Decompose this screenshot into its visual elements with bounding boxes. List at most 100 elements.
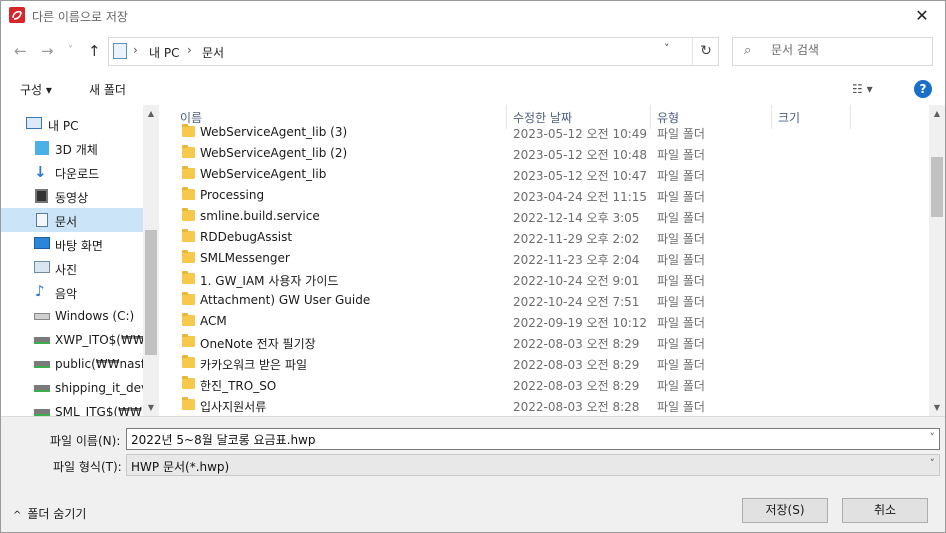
scroll-down-arrow-icon[interactable]: ▼: [143, 403, 159, 412]
file-name: 한진_TRO_SO: [200, 379, 277, 393]
nav-item-pictures[interactable]: 사진: [1, 256, 143, 280]
scroll-down-arrow-icon[interactable]: ▼: [929, 403, 945, 412]
nav-item-network-public[interactable]: public(₩₩nasfs0: [1, 352, 159, 376]
file-name: RDDebugAssist: [200, 230, 293, 244]
scrollbar-thumb[interactable]: [145, 230, 157, 355]
folder-icon: [182, 124, 195, 137]
file-type: 파일 폴더: [657, 232, 705, 246]
breadcrumb-my-pc[interactable]: 내 PC: [149, 44, 179, 61]
nav-item-network-shipping[interactable]: shipping_it_dev$: [1, 376, 156, 400]
file-row[interactable]: 입사지원서류 2022-08-03 오전 8:28 파일 폴더: [159, 395, 929, 416]
search-input[interactable]: [771, 43, 921, 57]
save-options-panel: 파일 이름(N): ˅ 파일 형식(T): HWP 문서(*.hwp) ˅ ^ 폴…: [1, 416, 945, 532]
nav-item-label: 다운로드: [55, 167, 100, 181]
file-row[interactable]: ACM 2022-09-19 오전 10:12 파일 폴더: [159, 311, 929, 332]
scroll-up-arrow-icon[interactable]: ▲: [143, 109, 159, 118]
nav-item-label: 내 PC: [48, 119, 79, 133]
file-name: ACM: [200, 314, 227, 328]
file-row[interactable]: SMLMessenger 2022-11-23 오후 2:04 파일 폴더: [159, 248, 929, 269]
file-date: 2022-08-03 오전 8:29: [513, 379, 640, 393]
breadcrumb-separator: ›: [133, 43, 138, 57]
nav-item-documents[interactable]: 문서: [1, 208, 143, 232]
nav-item-windows-c[interactable]: Windows (C:): [1, 304, 143, 328]
filename-combobox[interactable]: ˅: [126, 428, 940, 450]
breadcrumb-documents[interactable]: 문서: [202, 44, 224, 61]
file-row[interactable]: 한진_TRO_SO 2022-08-03 오전 8:29 파일 폴더: [159, 374, 929, 395]
file-name: 카카오워크 받은 파일: [200, 358, 307, 372]
nav-item-downloads[interactable]: ↓ 다운로드: [1, 160, 143, 184]
address-bar[interactable]: › 내 PC › 문서 ˅ ↻: [108, 37, 719, 66]
hide-folders-toggle[interactable]: ^ 폴더 숨기기: [13, 505, 86, 522]
file-date: 2022-12-14 오후 3:05: [513, 211, 640, 225]
cancel-button[interactable]: 취소: [842, 498, 928, 523]
address-dropdown-chevron-icon[interactable]: ˅: [664, 42, 670, 55]
up-arrow-icon[interactable]: ↑: [88, 42, 101, 60]
file-row[interactable]: smline.build.service 2022-12-14 오후 3:05 파일…: [159, 206, 929, 227]
file-row[interactable]: 카카오워크 받은 파일 2022-08-03 오전 8:29 파일 폴더: [159, 353, 929, 374]
folder-icon: [182, 397, 195, 410]
scroll-up-arrow-icon[interactable]: ▲: [929, 109, 945, 118]
chevron-down-icon[interactable]: ˅: [930, 431, 936, 444]
filetype-select[interactable]: HWP 문서(*.hwp) ˅: [126, 454, 940, 476]
download-icon: ↓: [34, 163, 47, 181]
desktop-icon: [34, 237, 50, 249]
network-drive-icon: [34, 361, 50, 368]
pc-icon: [26, 117, 42, 129]
close-button[interactable]: ✕: [905, 1, 939, 32]
nav-item-network-sml[interactable]: SML_ITG$(₩₩na: [1, 400, 157, 416]
network-drive-icon: [34, 385, 50, 392]
refresh-icon[interactable]: ↻: [692, 38, 719, 65]
search-box[interactable]: ⌕: [732, 37, 933, 66]
help-icon[interactable]: ?: [914, 80, 932, 98]
nav-item-label: 3D 개체: [55, 143, 98, 157]
file-date: 2023-05-12 오전 10:49: [513, 127, 648, 141]
nav-item-desktop[interactable]: 바탕 화면: [1, 232, 143, 256]
view-options-icon[interactable]: ☷ ▾: [852, 82, 873, 96]
save-button[interactable]: 저장(S): [742, 498, 828, 523]
file-row[interactable]: WebServiceAgent_lib (3) 2023-05-12 오전 10:…: [159, 122, 929, 143]
file-row[interactable]: WebServiceAgent_lib 2023-05-12 오전 10:47 파일…: [159, 164, 929, 185]
file-date: 2022-10-24 오전 9:01: [513, 274, 640, 288]
chevron-down-icon[interactable]: ˅: [930, 457, 936, 470]
folder-icon: [182, 334, 195, 347]
nav-item-label: 음악: [55, 287, 78, 301]
file-type: 파일 폴더: [657, 169, 705, 183]
hide-folders-label: 폴더 숨기기: [27, 507, 87, 521]
title-bar: 다른 이름으로 저장 ✕: [1, 1, 945, 32]
scrollbar-thumb[interactable]: [931, 157, 943, 217]
filetype-value: HWP 문서(*.hwp): [131, 460, 230, 474]
back-arrow-icon[interactable]: ←: [14, 42, 27, 60]
file-date: 2022-11-23 오후 2:04: [513, 253, 640, 267]
file-date: 2022-11-29 오후 2:02: [513, 232, 640, 246]
file-row[interactable]: Attachment) GW User Guide 2022-10-24 오전 7…: [159, 290, 929, 311]
file-row[interactable]: RDDebugAssist 2022-11-29 오후 2:02 파일 폴더: [159, 227, 929, 248]
recent-locations-chevron-icon[interactable]: ˅: [68, 45, 73, 56]
folder-icon: [182, 187, 195, 200]
file-date: 2022-08-03 오전 8:29: [513, 358, 640, 372]
file-row[interactable]: Processing 2023-04-24 오전 11:15 파일 폴더: [159, 185, 929, 206]
nav-item-music[interactable]: ♪ 음악: [1, 280, 143, 304]
nav-item-my-pc[interactable]: 내 PC: [1, 112, 143, 136]
file-list-scrollbar[interactable]: ▲ ▼: [929, 105, 945, 416]
network-drive-icon: [34, 337, 50, 344]
file-row[interactable]: WebServiceAgent_lib (2) 2023-05-12 오전 10:…: [159, 143, 929, 164]
nav-item-label: 사진: [55, 263, 78, 277]
folder-icon: [182, 271, 195, 284]
new-folder-button[interactable]: 새 폴더: [89, 81, 126, 98]
nav-pane-scrollbar[interactable]: ▲ ▼: [143, 105, 159, 416]
file-row[interactable]: OneNote 전자 필기장 2022-08-03 오전 8:29 파일 폴더: [159, 332, 929, 353]
file-type: 파일 폴더: [657, 379, 705, 393]
file-date: 2022-09-19 오전 10:12: [513, 316, 648, 330]
nav-item-label: 문서: [55, 215, 78, 229]
nav-item-network-xwp[interactable]: XWP_ITO$(₩₩na: [1, 328, 159, 352]
filename-input[interactable]: [131, 432, 911, 446]
nav-item-videos[interactable]: 동영상: [1, 184, 143, 208]
window-title: 다른 이름으로 저장: [32, 10, 128, 24]
video-icon: [35, 189, 48, 203]
organize-menu-button[interactable]: 구성 ▾: [20, 81, 52, 98]
file-type: 파일 폴더: [657, 358, 705, 372]
file-row[interactable]: 1. GW_IAM 사용자 가이드 2022-10-24 오전 9:01 파일 폴더: [159, 269, 929, 290]
forward-arrow-icon[interactable]: →: [41, 42, 54, 60]
nav-item-3d-objects[interactable]: 3D 개체: [1, 136, 143, 160]
file-date: 2023-05-12 오전 10:48: [513, 148, 648, 162]
